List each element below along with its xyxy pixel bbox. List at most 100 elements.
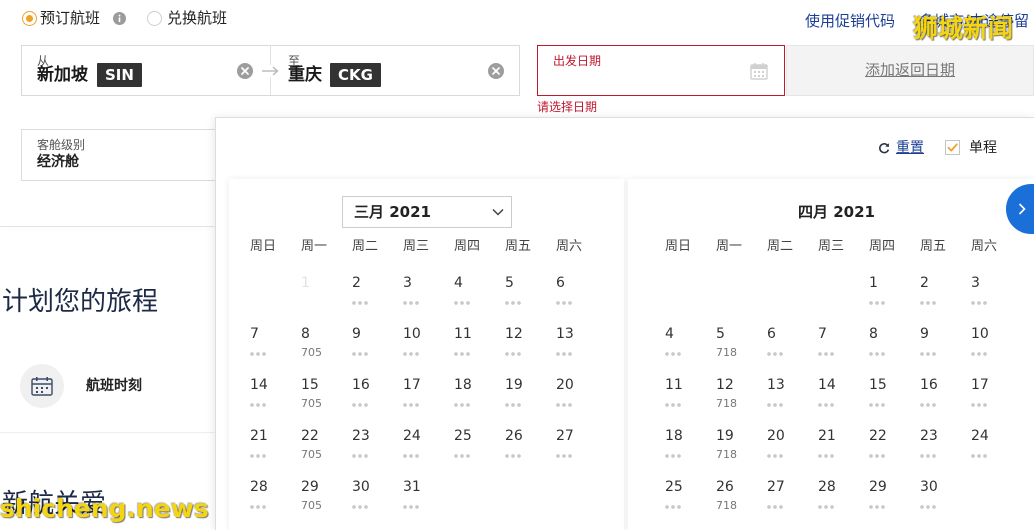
destination-field[interactable]: 至 重庆 CKG [273,46,519,95]
calendar-day[interactable]: 30 [352,478,403,529]
cabin-class-field[interactable]: 客舱级别 经济舱 [21,129,215,181]
calendar-day[interactable]: 1 [869,274,920,325]
calendar-day[interactable]: 20 [767,427,818,478]
calendar-day[interactable]: 8 [869,325,920,376]
one-way-label[interactable]: 单程 [969,139,997,157]
calendar-day[interactable]: 2 [352,274,403,325]
add-return-date-link[interactable]: 添加返回日期 [865,61,955,79]
calendar-day[interactable]: 14 [818,376,869,427]
departure-date-field[interactable]: 出发日期 [537,45,785,96]
calendar-day[interactable]: 4 [665,325,716,376]
reset-link[interactable]: 重置 [896,139,924,157]
day-number: 5 [505,275,514,291]
calendar-day[interactable]: 20 [556,376,607,427]
flight-schedule-link[interactable]: 航班时刻 [86,377,142,395]
calendar-day[interactable]: 23 [352,427,403,478]
fare-loading-indicator [250,454,267,458]
calendar-day[interactable]: 11 [665,376,716,427]
calendar-day[interactable]: 19 718 [716,427,767,478]
calendar-day[interactable]: 29 [869,478,920,529]
fare-loading-indicator [971,454,988,458]
calendar-day[interactable]: 4 [454,274,505,325]
calendar-day[interactable]: 10 [971,325,1022,376]
calendar-day[interactable]: 5 718 [716,325,767,376]
fare-loading-indicator [971,301,988,305]
clear-destination-icon[interactable] [488,63,504,79]
calendar-day[interactable]: 24 [971,427,1022,478]
calendar-day[interactable]: 29 705 [301,478,352,529]
calendar-day[interactable]: 31 [403,478,454,529]
calendar-day[interactable]: 28 [250,478,301,529]
calendar-day[interactable]: 22 705 [301,427,352,478]
calendar-day[interactable]: 6 [767,325,818,376]
destination-city: 重庆 [288,65,322,85]
calendar-day[interactable]: 22 [869,427,920,478]
calendar-day[interactable]: 26 718 [716,478,767,529]
calendar-day[interactable]: 28 [818,478,869,529]
calendar-day[interactable]: 25 [454,427,505,478]
calendar-day[interactable]: 3 [403,274,454,325]
calendar-day[interactable]: 21 [250,427,301,478]
destination-code-badge: CKG [330,63,381,87]
calendar-day[interactable]: 14 [250,376,301,427]
day-number: 13 [556,326,574,342]
origin-field[interactable]: 从 新加坡 SIN [22,46,270,95]
calendar-day[interactable]: 24 [403,427,454,478]
redeem-flight-radio[interactable] [147,11,162,26]
calendar-day[interactable]: 6 [556,274,607,325]
reset-icon[interactable] [878,142,890,154]
calendar-day[interactable]: 2 [920,274,971,325]
plan-trip-heading: 计划您的旅程 [2,287,159,317]
calendar-day[interactable]: 11 [454,325,505,376]
calendar-day[interactable]: 27 [556,427,607,478]
fare-loading-indicator [818,454,835,458]
calendar-day[interactable]: 10 [403,325,454,376]
calendar-day[interactable]: 7 [818,325,869,376]
calendar-day[interactable]: 5 [505,274,556,325]
clear-origin-icon[interactable] [237,63,253,79]
calendar-day[interactable]: 16 [920,376,971,427]
month-select-dropdown[interactable]: 三月 2021 [342,196,512,228]
fare-loading-indicator [403,301,420,305]
calendar-day[interactable]: 12 718 [716,376,767,427]
calendar-day[interactable]: 21 [818,427,869,478]
add-return-date-box[interactable]: 添加返回日期 [786,45,1034,96]
weekday-label: 周一 [301,239,328,254]
book-flight-label[interactable]: 预订航班 [40,9,100,28]
fare-loading-indicator [454,352,471,356]
calendar-day[interactable]: 17 [403,376,454,427]
calendar-day[interactable]: 25 [665,478,716,529]
calendar-day[interactable]: 13 [556,325,607,376]
calendar-day[interactable]: 15 705 [301,376,352,427]
info-icon[interactable] [113,12,126,25]
day-number: 21 [818,428,836,444]
calendar-day[interactable]: 18 [665,427,716,478]
redeem-flight-label[interactable]: 兑换航班 [167,9,227,28]
flight-schedule-icon-circle[interactable] [20,364,64,408]
calendar-day[interactable]: 9 [920,325,971,376]
calendar-day[interactable]: 17 [971,376,1022,427]
calendar-icon[interactable] [750,62,768,80]
departure-date-error: 请选择日期 [537,100,598,114]
promo-code-link[interactable]: 使用促销代码 [805,12,895,31]
calendar-day[interactable]: 26 [505,427,556,478]
fare-loading-indicator [454,301,471,305]
calendar-day[interactable]: 15 [869,376,920,427]
calendar-day[interactable]: 12 [505,325,556,376]
one-way-checkbox[interactable] [945,140,960,155]
calendar-day[interactable]: 13 [767,376,818,427]
departure-date-label: 出发日期 [553,54,602,68]
calendar-day[interactable]: 27 [767,478,818,529]
calendar-day[interactable]: 8 705 [301,325,352,376]
day-number: 4 [665,326,674,342]
calendar-day[interactable]: 30 [920,478,971,529]
calendar-day[interactable]: 7 [250,325,301,376]
calendar-day[interactable]: 16 [352,376,403,427]
calendar-day[interactable]: 3 [971,274,1022,325]
calendar-day[interactable]: 19 [505,376,556,427]
calendar-day[interactable]: 18 [454,376,505,427]
fare-loading-indicator [869,301,886,305]
calendar-day[interactable]: 9 [352,325,403,376]
calendar-day[interactable]: 23 [920,427,971,478]
book-flight-radio[interactable] [22,11,37,26]
